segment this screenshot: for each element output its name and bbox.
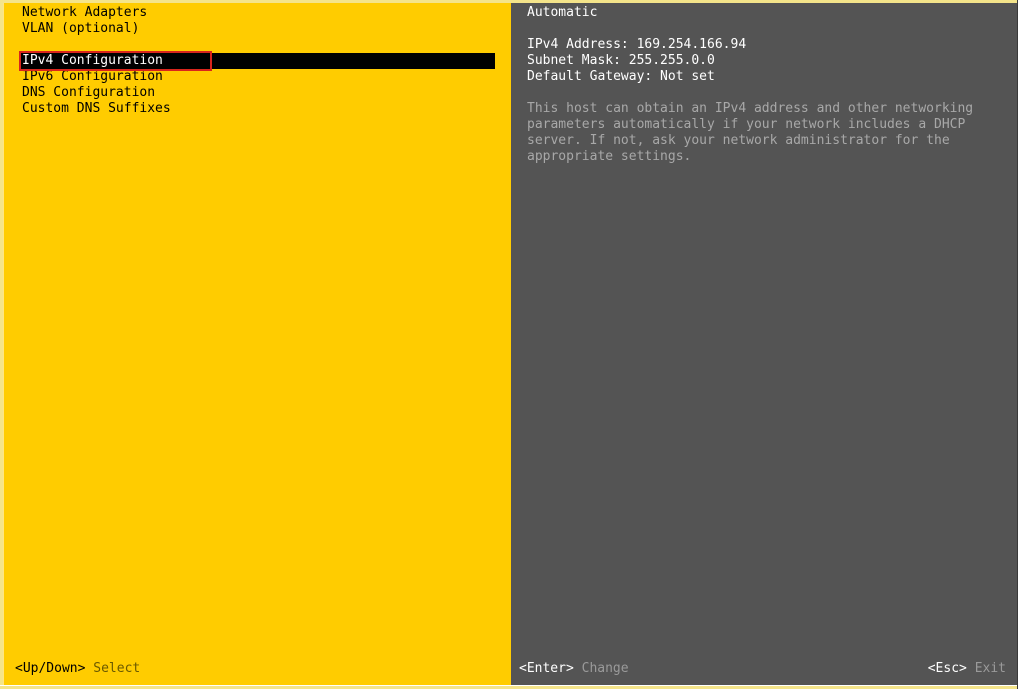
ipv4-address: IPv4 Address: 169.254.166.94 — [527, 37, 747, 52]
footer-select-hint: <Up/Down> Select — [15, 661, 140, 677]
screen-border-bottom — [0, 685, 1017, 686]
ipv4-mode: Automatic — [527, 5, 598, 20]
enter-key: <Enter> — [519, 661, 574, 676]
default-gateway: Default Gateway: Not set — [527, 69, 715, 84]
menu-item-network-adapters[interactable]: Network Adapters — [19, 5, 495, 21]
select-action: Select — [93, 661, 141, 676]
details-spacer — [527, 85, 997, 101]
configure-management-network-menu: Network Adapters VLAN (optional) IPv4 Co… — [19, 5, 495, 117]
subnet-mask: Subnet Mask: 255.255.0.0 — [527, 53, 715, 68]
exit-action: Exit — [974, 661, 1006, 676]
menu-spacer — [19, 37, 495, 53]
esc-key: <Esc> — [927, 661, 967, 676]
details-spacer — [527, 21, 997, 37]
up-down-key: <Up/Down> — [15, 661, 86, 676]
ipv4-description: This host can obtain an IPv4 address and… — [527, 101, 974, 164]
menu-item-label: IPv4 Configuration — [22, 53, 163, 68]
menu-item-ipv6-configuration[interactable]: IPv6 Configuration — [19, 69, 495, 85]
menu-item-vlan[interactable]: VLAN (optional) — [19, 21, 495, 37]
footer-exit-hint: <Esc> Exit — [928, 661, 1006, 677]
menu-item-dns-configuration[interactable]: DNS Configuration — [19, 85, 495, 101]
dcui-screen: Network Adapters VLAN (optional) IPv4 Co… — [0, 0, 1021, 689]
change-action: Change — [581, 661, 629, 676]
menu-item-custom-dns-suffixes[interactable]: Custom DNS Suffixes — [19, 101, 495, 117]
menu-item-ipv4-configuration[interactable]: IPv4 Configuration — [19, 51, 495, 71]
screen-border-right — [1017, 0, 1021, 689]
ipv4-details: Automatic IPv4 Address: 169.254.166.94 S… — [527, 5, 997, 165]
footer-change-hint: <Enter> Change — [519, 661, 629, 677]
